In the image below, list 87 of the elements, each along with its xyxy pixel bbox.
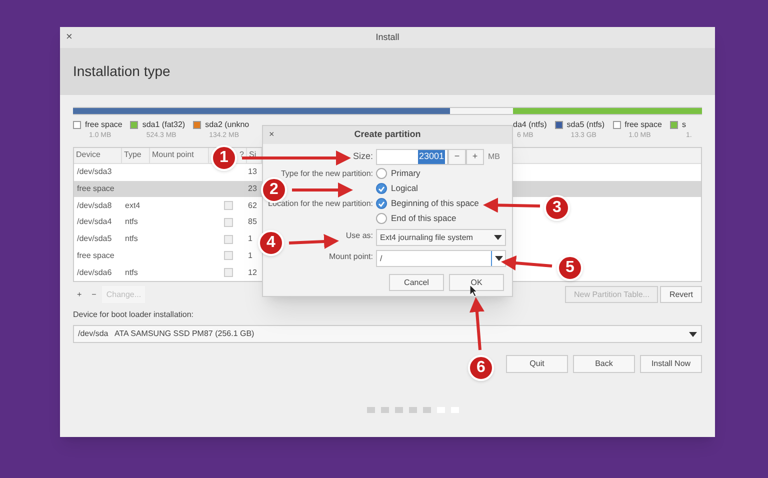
table-cell-text: ntfs: [124, 266, 139, 279]
annotation-arrow: [292, 182, 353, 198]
dropdown-value: Ext4 journaling file system: [380, 232, 473, 244]
dialog-button[interactable]: OK: [449, 274, 504, 291]
column-header[interactable]: Mount point: [152, 149, 194, 162]
dropdown-caret-icon: [689, 332, 697, 336]
legend-label: sda5 (ntfs): [566, 119, 605, 131]
field-label: Size:: [352, 150, 373, 164]
checked-radio[interactable]: [376, 183, 387, 194]
use-as-dropdown[interactable]: Ext4 journaling file system: [376, 229, 506, 246]
table-cell-text: 23: [247, 182, 258, 195]
table-cell-text: 1: [247, 233, 254, 246]
page-heading: Installation type: [73, 62, 170, 81]
field-label: Type for the new partition:: [280, 168, 373, 180]
table-action-button[interactable]: Revert: [660, 286, 702, 303]
table-cell-text: /dev/sda8: [76, 200, 113, 212]
mount-point-combo[interactable]: /: [376, 250, 506, 267]
check-icon: [378, 186, 385, 192]
table-cell-text: 13: [247, 166, 258, 178]
table-cell-text: ext4: [124, 200, 142, 212]
dialog-title: Create partition: [354, 128, 421, 142]
table-action-button[interactable]: −: [88, 286, 100, 303]
dropdown-value: /dev/sda ATA SAMSUNG SSD PM87 (256.1 GB): [78, 328, 254, 340]
radio-label: End of this space: [391, 212, 456, 225]
close-button[interactable]: ×: [66, 29, 72, 46]
format-checkbox[interactable]: [224, 218, 232, 227]
legend-label: free space: [624, 119, 662, 131]
legend-label: sda1 (fat32): [142, 119, 186, 131]
table-cell-text: free space: [76, 182, 116, 195]
column-header[interactable]: Type: [124, 149, 142, 162]
annotation-arrow: [469, 297, 484, 350]
legend-label: s: [682, 119, 687, 131]
checked-radio[interactable]: [376, 198, 387, 209]
window-title: Install: [376, 30, 400, 44]
table-cell-text: /dev/sda4: [76, 216, 113, 228]
unit-label: MB: [488, 151, 500, 163]
table-row[interactable]: /dev/sda8 ext4 62: [74, 197, 262, 214]
dropdown-caret-icon: [494, 256, 502, 261]
combo-value: /: [379, 252, 384, 264]
format-checkbox[interactable]: [224, 251, 232, 260]
table-row[interactable]: /dev/sda4 ntfs 85: [74, 214, 262, 231]
boot-loader-dropdown[interactable]: /dev/sda ATA SAMSUNG SSD PM87 (256.1 GB): [73, 325, 702, 343]
decrement-button[interactable]: −: [448, 149, 466, 165]
field-label: Mount point:: [328, 250, 373, 262]
format-checkbox[interactable]: [224, 234, 232, 244]
format-checkbox[interactable]: [224, 201, 232, 210]
radio-label: Logical: [391, 182, 418, 195]
format-checkbox[interactable]: [224, 268, 232, 278]
table-cell-text: /dev/sda5: [76, 233, 113, 246]
footer-button[interactable]: Quit: [506, 355, 568, 373]
table-cell-text: /dev/sda6: [76, 266, 113, 279]
dropdown-caret-icon: [494, 235, 502, 240]
radio-label: Beginning of this space: [391, 197, 479, 210]
table-cell-text: ntfs: [124, 216, 139, 228]
radio-button[interactable]: [376, 213, 387, 224]
boot-loader-label: Device for boot loader installation:: [73, 309, 195, 321]
table-cell-text: 1: [247, 250, 254, 262]
table-cell-text: 62: [247, 200, 258, 212]
annotation-arrow: [501, 256, 552, 270]
increment-button[interactable]: +: [466, 149, 484, 165]
radio-button[interactable]: [376, 168, 387, 179]
table-row[interactable]: free space 23: [74, 180, 262, 198]
table-cell-text: /dev/sda3: [76, 166, 113, 178]
column-header[interactable]: Device: [76, 149, 100, 162]
column-header[interactable]: ?: [240, 149, 244, 162]
size-field[interactable]: 23001: [376, 149, 448, 165]
table-cell-text: 12: [247, 266, 258, 279]
close-button[interactable]: ×: [269, 128, 274, 142]
check-icon: [378, 200, 385, 206]
radio-label: Primary: [391, 167, 420, 180]
table-cell-text: 85: [247, 216, 258, 228]
legend-label: da4 (ntfs): [513, 119, 547, 131]
footer-button[interactable]: Install Now: [640, 355, 702, 373]
footer-button[interactable]: Back: [573, 355, 635, 373]
combo-toggle[interactable]: [491, 251, 505, 266]
selected-text: 23001: [418, 150, 445, 164]
table-action-button[interactable]: +: [73, 286, 86, 303]
table-row[interactable]: /dev/sda6 ntfs 12: [74, 264, 262, 282]
legend-label: free space: [85, 119, 122, 131]
annotation-arrow: [288, 234, 339, 249]
table-cell-text: free space: [76, 250, 116, 262]
mouse-pointer-icon: [470, 285, 478, 297]
dialog-button[interactable]: Cancel: [389, 274, 444, 291]
table-cell-text: ntfs: [124, 233, 139, 246]
legend-label: sda2 (unkno: [205, 119, 250, 131]
annotation-arrow: [483, 198, 540, 213]
field-label: Use as:: [346, 230, 373, 242]
